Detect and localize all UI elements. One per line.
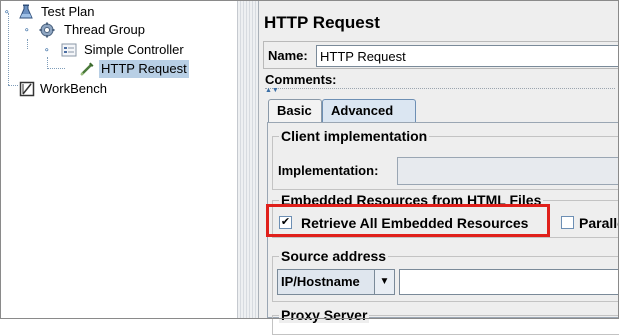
tree-node-label: Test Plan	[41, 4, 95, 19]
tab-advanced[interactable]: Advanced	[322, 99, 416, 123]
retrieve-all-embedded-checkbox[interactable]: ✔	[279, 216, 292, 229]
source-address-group: Source address IP/Hostname ▼	[272, 248, 619, 302]
comments-divider[interactable]	[265, 88, 615, 89]
name-field[interactable]	[316, 45, 619, 67]
parallel-downloads-checkbox[interactable]	[561, 216, 574, 229]
tree-node-label: Thread Group	[64, 22, 145, 37]
pipette-icon	[79, 61, 95, 82]
implementation-select[interactable]	[397, 157, 619, 185]
embedded-resources-group: Embedded Resources from HTML Files ✔ Ret…	[272, 192, 619, 238]
tree-expander-icon[interactable]: ⚬	[3, 7, 11, 17]
tree-connector	[47, 68, 65, 69]
tab-basic[interactable]: Basic	[268, 99, 322, 123]
split-pane-divider[interactable]	[237, 1, 259, 318]
tree-node-label: Simple Controller	[84, 42, 184, 57]
source-address-type-value: IP/Hostname	[281, 274, 360, 289]
chevron-down-icon[interactable]: ▼	[374, 270, 394, 294]
retrieve-all-embedded-checkbox-row[interactable]: ✔ Retrieve All Embedded Resources	[279, 213, 549, 233]
workbench-icon	[19, 81, 35, 102]
gear-icon	[39, 22, 55, 43]
group-title: Embedded Resources from HTML Files	[279, 192, 544, 208]
controller-icon	[61, 42, 77, 63]
source-address-field[interactable]	[399, 269, 619, 295]
group-title: Source address	[279, 248, 389, 264]
retrieve-all-embedded-label: Retrieve All Embedded Resources	[301, 215, 529, 231]
group-title: Client implementation	[279, 128, 430, 144]
client-implementation-group: Client implementation Implementation:	[272, 128, 619, 190]
tree-node-label: HTTP Request	[99, 60, 189, 78]
tree-connector	[8, 13, 9, 85]
group-title: Proxy Server	[279, 307, 370, 323]
parallel-downloads-label: Paralle	[579, 215, 619, 231]
tree-connector	[8, 85, 18, 86]
source-address-type-select[interactable]: IP/Hostname ▼	[277, 269, 395, 295]
tab-content-advanced: Client implementation Implementation: Em…	[267, 122, 619, 335]
test-plan-tree: ⚬ Test Plan ⚬ Thread Group ⚬ Simple Cont…	[1, 1, 237, 318]
comments-label: Comments:	[265, 72, 337, 87]
http-request-panel: HTTP Request Name: Comments: ▲▼ Basic Ad…	[259, 1, 619, 335]
tree-expander-icon[interactable]: ⚬	[23, 25, 31, 35]
tree-expander-icon[interactable]: ⚬	[43, 45, 51, 55]
collapse-arrows-icon[interactable]: ▲▼	[265, 87, 279, 94]
page-title: HTTP Request	[264, 13, 380, 32]
implementation-label: Implementation:	[278, 163, 379, 178]
name-label: Name:	[268, 48, 308, 63]
name-row: Name:	[263, 41, 619, 69]
proxy-server-group: Proxy Server	[272, 307, 619, 335]
test-plan-icon	[18, 4, 34, 25]
tree-connector	[27, 39, 28, 49]
tree-node-label: WorkBench	[40, 81, 107, 96]
